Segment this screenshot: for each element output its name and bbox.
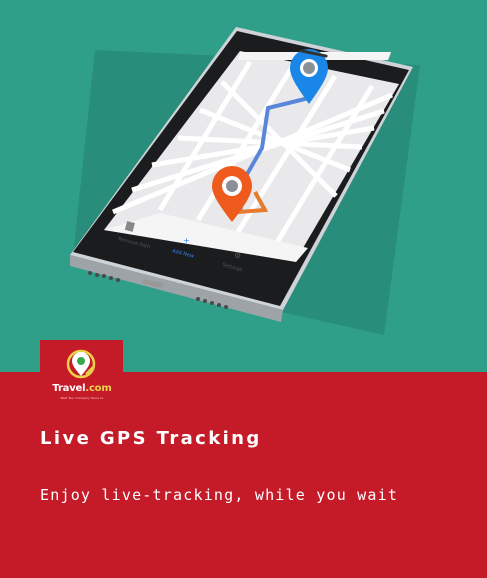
gear-icon[interactable]: ⚙ [234, 251, 241, 260]
brand-name: Travel.com [52, 383, 112, 394]
hero-panel: Remove Path + Add New ⚙ Settings [0, 0, 487, 372]
headline: Live GPS Tracking [40, 428, 262, 449]
brand-tagline: Best Tour Company Since xx [60, 396, 104, 400]
map-pin-logo-icon [66, 349, 96, 379]
subheadline: Enjoy live-tracking, while you wait [40, 486, 399, 504]
brand-logo[interactable]: Travel.com Best Tour Company Since xx [40, 340, 123, 404]
phone-illustration: Remove Path + Add New ⚙ Settings [70, 27, 420, 335]
plus-icon[interactable]: + [183, 236, 190, 245]
